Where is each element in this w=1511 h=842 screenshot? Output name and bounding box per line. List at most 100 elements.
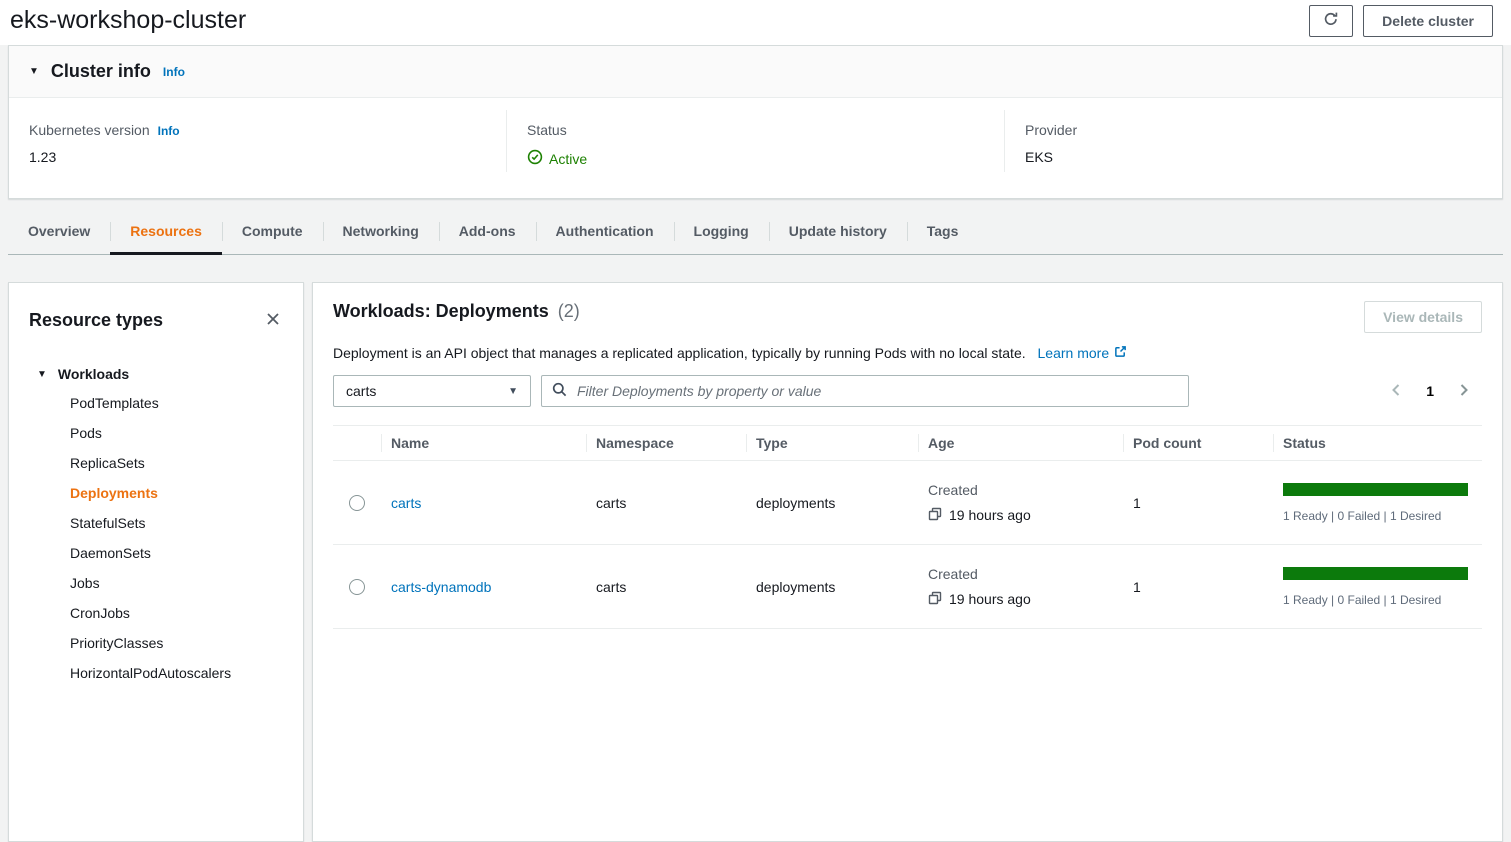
namespace-cell: carts bbox=[586, 487, 746, 519]
chevron-right-icon bbox=[1458, 383, 1470, 400]
sidebar-item-horizontalpodautoscalers[interactable]: HorizontalPodAutoscalers bbox=[29, 658, 283, 688]
sidebar-item-cronjobs[interactable]: CronJobs bbox=[29, 598, 283, 628]
type-cell: deployments bbox=[746, 487, 918, 519]
table-header-row: Name Namespace Type Age Pod count Status bbox=[333, 426, 1482, 461]
sidebar-item-replicasets[interactable]: ReplicaSets bbox=[29, 448, 283, 478]
table-row: carts carts deployments Created bbox=[333, 461, 1482, 545]
kubernetes-version-field: Kubernetes version Info 1.23 bbox=[9, 110, 506, 172]
deployments-panel: Workloads: Deployments (2) View details … bbox=[312, 282, 1503, 842]
age-cell: Created 19 hours ago bbox=[918, 558, 1123, 616]
tab-logging[interactable]: Logging bbox=[674, 209, 769, 254]
view-details-button[interactable]: View details bbox=[1364, 301, 1482, 333]
cluster-info-info-link[interactable]: Info bbox=[163, 65, 185, 79]
resource-types-header: Resource types bbox=[9, 309, 303, 348]
kubernetes-version-value: 1.23 bbox=[29, 149, 486, 165]
tab-overview-label: Overview bbox=[28, 223, 90, 239]
tab-update-history[interactable]: Update history bbox=[769, 209, 907, 254]
column-header-name: Name bbox=[381, 426, 586, 460]
provider-value: EKS bbox=[1025, 149, 1482, 165]
tab-update-history-label: Update history bbox=[789, 223, 887, 239]
provider-field: Provider EKS bbox=[1004, 110, 1502, 172]
column-header-pod-count: Pod count bbox=[1123, 426, 1273, 460]
caret-down-icon: ▼ bbox=[508, 386, 518, 397]
cluster-info-body: Kubernetes version Info 1.23 Status Acti… bbox=[9, 98, 1502, 198]
search-icon bbox=[552, 382, 567, 400]
refresh-icon bbox=[1323, 11, 1339, 31]
deployments-title: Workloads: Deployments (2) bbox=[333, 301, 580, 322]
tab-networking-label: Networking bbox=[343, 223, 419, 239]
kubernetes-version-info-link[interactable]: Info bbox=[158, 124, 180, 138]
delete-cluster-button[interactable]: Delete cluster bbox=[1363, 5, 1493, 37]
status-cell: 1 Ready | 0 Failed | 1 Desired bbox=[1273, 475, 1482, 531]
tab-networking[interactable]: Networking bbox=[323, 209, 439, 254]
status-bar bbox=[1283, 483, 1468, 496]
cluster-tabs: Overview Resources Compute Networking Ad… bbox=[8, 209, 1503, 255]
description-text: Deployment is an API object that manages… bbox=[333, 345, 1026, 361]
column-header-age: Age bbox=[918, 426, 1123, 460]
dropdown-value: carts bbox=[346, 383, 376, 399]
tab-tags[interactable]: Tags bbox=[907, 209, 979, 254]
refresh-button[interactable] bbox=[1309, 5, 1353, 37]
row-select-radio[interactable] bbox=[349, 579, 365, 595]
tab-add-ons[interactable]: Add-ons bbox=[439, 209, 536, 254]
close-icon bbox=[265, 311, 281, 330]
selection-column-header bbox=[333, 426, 381, 460]
tab-tags-label: Tags bbox=[927, 223, 959, 239]
tab-compute[interactable]: Compute bbox=[222, 209, 323, 254]
caret-down-icon[interactable]: ▼ bbox=[29, 66, 39, 77]
kubernetes-version-label: Kubernetes version bbox=[29, 122, 150, 138]
pod-count-cell: 1 bbox=[1123, 487, 1273, 519]
copy-button[interactable] bbox=[928, 591, 942, 608]
cluster-info-header[interactable]: ▼ Cluster info Info bbox=[9, 46, 1502, 98]
status-label: Status bbox=[527, 122, 567, 138]
tab-authentication[interactable]: Authentication bbox=[536, 209, 674, 254]
deployment-link[interactable]: carts-dynamodb bbox=[391, 579, 491, 595]
sidebar-item-jobs[interactable]: Jobs bbox=[29, 568, 283, 598]
tab-overview[interactable]: Overview bbox=[8, 209, 110, 254]
status-field: Status Active bbox=[506, 110, 1004, 172]
sidebar-item-priorityclasses[interactable]: PriorityClasses bbox=[29, 628, 283, 658]
page-header: eks-workshop-cluster Delete cluster bbox=[0, 0, 1511, 45]
learn-more-link[interactable]: Learn more bbox=[1038, 345, 1128, 361]
filter-input[interactable] bbox=[575, 382, 1178, 400]
type-cell: deployments bbox=[746, 571, 918, 603]
copy-icon bbox=[928, 507, 942, 524]
sidebar-item-podtemplates[interactable]: PodTemplates bbox=[29, 388, 283, 418]
column-header-namespace: Namespace bbox=[586, 426, 746, 460]
chevron-left-icon bbox=[1390, 383, 1402, 400]
deployments-table: Name Namespace Type Age Pod count Status… bbox=[333, 425, 1482, 629]
external-link-icon bbox=[1114, 345, 1127, 361]
status-value: Active bbox=[549, 151, 587, 167]
column-header-status: Status bbox=[1273, 426, 1482, 460]
age-value: 19 hours ago bbox=[949, 507, 1031, 523]
sidebar-item-daemonsets[interactable]: DaemonSets bbox=[29, 538, 283, 568]
tab-resources-label: Resources bbox=[130, 223, 202, 239]
tab-resources[interactable]: Resources bbox=[110, 209, 222, 254]
page-number[interactable]: 1 bbox=[1420, 382, 1440, 400]
close-button[interactable] bbox=[263, 309, 283, 332]
table-row: carts-dynamodb carts deployments Created bbox=[333, 545, 1482, 629]
namespace-filter-dropdown[interactable]: carts ▼ bbox=[333, 375, 531, 407]
status-text: 1 Ready | 0 Failed | 1 Desired bbox=[1283, 509, 1468, 523]
previous-page-button[interactable] bbox=[1388, 381, 1404, 402]
next-page-button[interactable] bbox=[1456, 381, 1472, 402]
tab-compute-label: Compute bbox=[242, 223, 303, 239]
sidebar-item-pods[interactable]: Pods bbox=[29, 418, 283, 448]
age-created-label: Created bbox=[928, 482, 1113, 498]
age-created-label: Created bbox=[928, 566, 1113, 582]
resource-types-title: Resource types bbox=[29, 310, 163, 331]
cluster-info-panel: ▼ Cluster info Info Kubernetes version I… bbox=[8, 45, 1503, 199]
tree-group-workloads[interactable]: ▼ Workloads bbox=[29, 360, 283, 388]
age-cell: Created 19 hours ago bbox=[918, 474, 1123, 532]
resources-content: Resource types ▼ Workloads PodTemplates … bbox=[8, 282, 1503, 842]
deployment-link[interactable]: carts bbox=[391, 495, 421, 511]
status-bar bbox=[1283, 567, 1468, 580]
status-cell: 1 Ready | 0 Failed | 1 Desired bbox=[1273, 559, 1482, 615]
status-text: 1 Ready | 0 Failed | 1 Desired bbox=[1283, 593, 1468, 607]
sidebar-item-statefulsets[interactable]: StatefulSets bbox=[29, 508, 283, 538]
row-select-radio[interactable] bbox=[349, 495, 365, 511]
namespace-cell: carts bbox=[586, 571, 746, 603]
caret-down-icon: ▼ bbox=[37, 369, 47, 380]
sidebar-item-deployments[interactable]: Deployments bbox=[29, 478, 283, 508]
copy-button[interactable] bbox=[928, 507, 942, 524]
